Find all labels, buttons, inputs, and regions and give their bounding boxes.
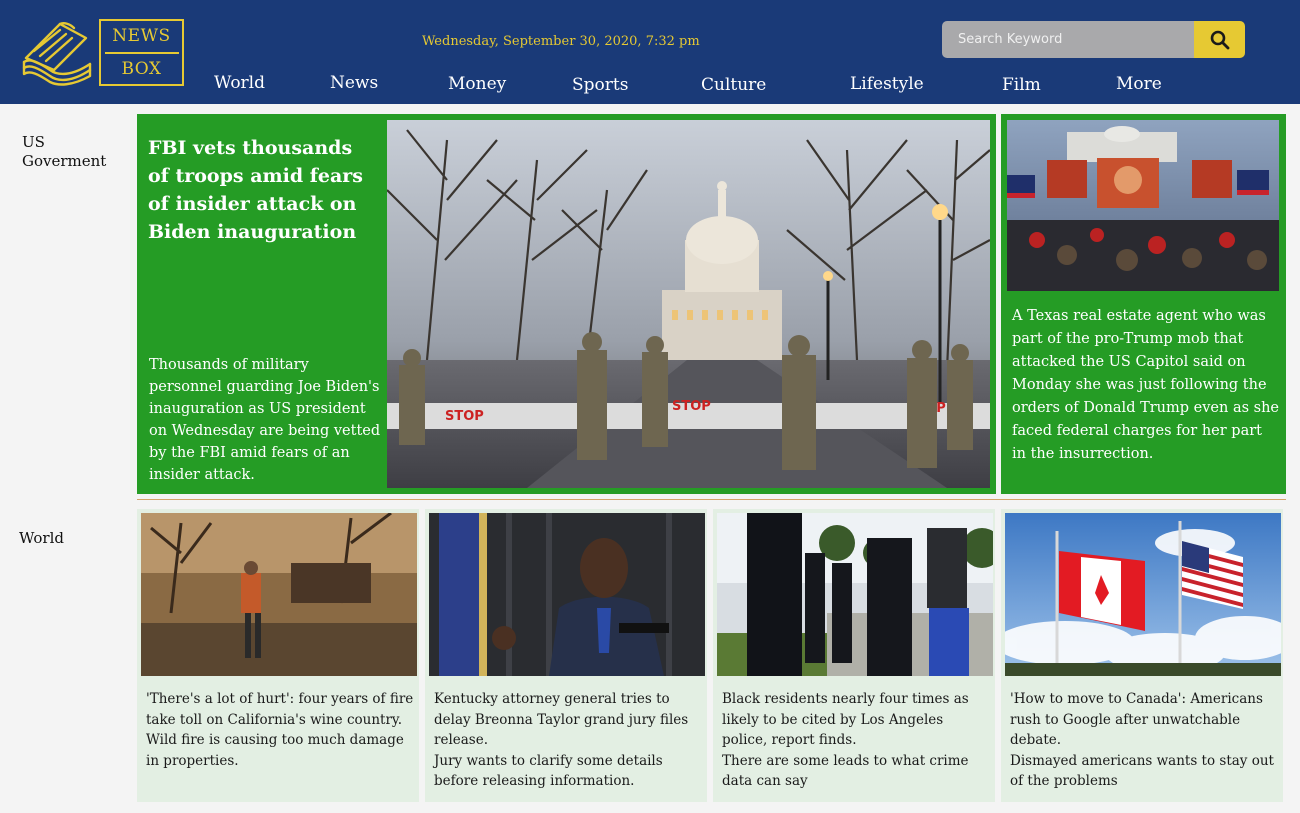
nav-world[interactable]: World xyxy=(214,73,265,93)
world-card-2[interactable]: Kentucky attorney general tries to delay… xyxy=(425,509,707,802)
card-photo-flags[interactable] xyxy=(1005,513,1281,676)
card-summary: Jury wants to clarify some details befor… xyxy=(434,752,663,790)
newspaper-logo-icon[interactable] xyxy=(20,18,94,86)
card-headline[interactable]: Black residents nearly four times as lik… xyxy=(722,689,990,751)
search-icon xyxy=(1210,30,1229,49)
hero-photo-capitol[interactable]: STOP STOP STOP xyxy=(387,120,990,488)
side-photo-rally[interactable] xyxy=(1007,120,1279,291)
hero-headline[interactable]: FBI vets thousands of troops amid fears … xyxy=(148,134,378,246)
world-card-4[interactable]: 'How to move to Canada': Americans rush … xyxy=(1001,509,1283,802)
card-photo-police[interactable] xyxy=(717,513,993,676)
card-summary: There are some leads to what crime data … xyxy=(722,752,969,790)
brand-wordmark[interactable]: NEWS BOX xyxy=(99,19,184,86)
side-story[interactable]: A Texas real estate agent who was part o… xyxy=(1001,114,1286,494)
section-label-us-government[interactable]: US Goverment xyxy=(22,133,122,171)
card-text: 'There's a lot of hurt': four years of f… xyxy=(146,689,414,771)
card-headline[interactable]: 'How to move to Canada': Americans rush … xyxy=(1010,689,1278,751)
card-summary: Wild fire is causing too much damage in … xyxy=(146,732,404,769)
brand-divider xyxy=(104,51,179,54)
card-headline[interactable]: Kentucky attorney general tries to delay… xyxy=(434,689,702,751)
nav-more[interactable]: More xyxy=(1116,74,1162,94)
hero-story[interactable]: FBI vets thousands of troops amid fears … xyxy=(137,114,996,494)
world-card-1[interactable]: 'There's a lot of hurt': four years of f… xyxy=(137,509,419,802)
search-button[interactable] xyxy=(1194,21,1245,58)
svg-text:STOP: STOP xyxy=(445,409,484,424)
card-headline[interactable]: 'There's a lot of hurt': four years of f… xyxy=(146,689,414,730)
nav-money[interactable]: Money xyxy=(448,74,506,94)
card-photo-attorney-general[interactable] xyxy=(429,513,705,676)
brand-line-1: NEWS xyxy=(112,25,171,46)
search-input[interactable] xyxy=(942,21,1194,58)
card-summary: Dismayed americans wants to stay out of … xyxy=(1010,752,1274,790)
side-story-text: A Texas real estate agent who was part o… xyxy=(1012,308,1280,462)
card-photo-wildfire[interactable] xyxy=(141,513,417,676)
hero-summary: Thousands of military personnel guarding… xyxy=(149,357,381,483)
card-text: Black residents nearly four times as lik… xyxy=(722,689,990,792)
card-text: 'How to move to Canada': Americans rush … xyxy=(1010,689,1278,792)
world-card-3[interactable]: Black residents nearly four times as lik… xyxy=(713,509,995,802)
nav-news[interactable]: News xyxy=(330,73,378,93)
search-bar xyxy=(942,21,1245,58)
nav-film[interactable]: Film xyxy=(1002,75,1041,95)
section-label-world[interactable]: World xyxy=(19,529,64,548)
svg-text:STOP: STOP xyxy=(672,399,711,414)
nav-culture[interactable]: Culture xyxy=(701,75,766,95)
nav-lifestyle[interactable]: Lifestyle xyxy=(850,74,924,94)
nav-sports[interactable]: Sports xyxy=(572,75,628,95)
section-divider xyxy=(137,499,1286,500)
current-date: Wednesday, September 30, 2020, 7:32 pm xyxy=(422,34,700,49)
card-text: Kentucky attorney general tries to delay… xyxy=(434,689,702,792)
site-header: NEWS BOX Wednesday, September 30, 2020, … xyxy=(0,0,1300,104)
brand-line-2: BOX xyxy=(121,58,162,79)
